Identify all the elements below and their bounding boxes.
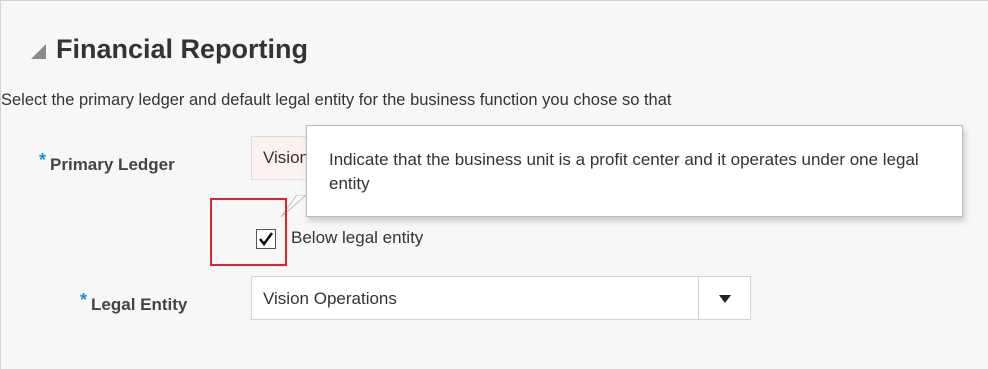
below-legal-entity-checkbox[interactable] — [256, 229, 276, 249]
below-legal-entity-label[interactable]: Below legal entity — [291, 228, 423, 248]
primary-ledger-label: * Primary Ledger — [39, 150, 175, 175]
note-window-text: Indicate that the business unit is a pro… — [329, 150, 919, 193]
checkmark-icon — [258, 232, 274, 247]
legal-entity-dropdown-button[interactable] — [698, 277, 750, 319]
section-title: Financial Reporting — [56, 33, 309, 64]
chevron-down-icon — [719, 295, 731, 303]
required-marker: * — [80, 290, 88, 310]
legal-entity-select[interactable]: Vision Operations — [251, 276, 751, 320]
note-window: Indicate that the business unit is a pro… — [306, 125, 963, 217]
collapse-icon[interactable] — [31, 43, 46, 59]
primary-ledger-label-text: Primary Ledger — [50, 155, 175, 174]
legal-entity-value: Vision Operations — [263, 289, 397, 308]
financial-reporting-panel: Financial Reporting Select the primary l… — [0, 0, 988, 369]
section-instruction: Select the primary ledger and default le… — [1, 91, 672, 109]
required-marker: * — [39, 150, 47, 170]
legal-entity-label: * Legal Entity — [80, 290, 188, 315]
legal-entity-label-text: Legal Entity — [91, 295, 188, 314]
primary-ledger-value: Vision — [263, 148, 309, 167]
section-header[interactable]: Financial Reporting — [31, 31, 308, 67]
